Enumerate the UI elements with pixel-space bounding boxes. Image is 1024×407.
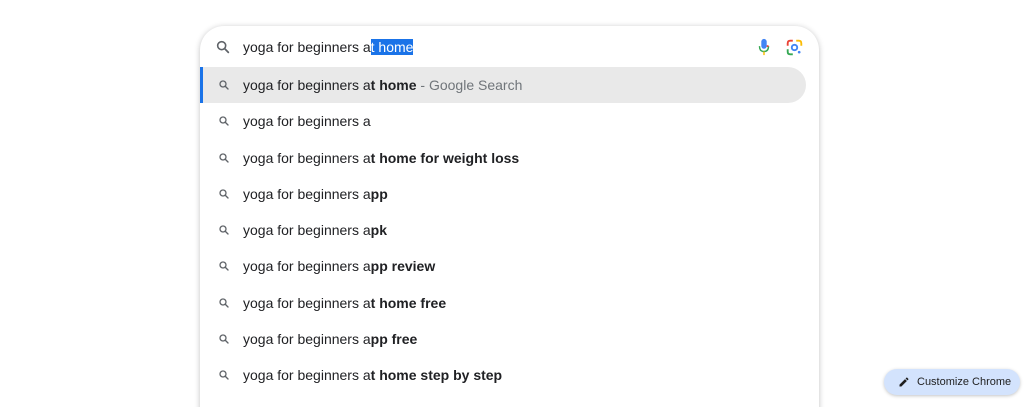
suggestion-prefix: yoga for beginners a	[243, 77, 371, 93]
suggestion-text: yoga for beginners at home free	[243, 295, 446, 311]
google-lens-icon[interactable]	[786, 39, 803, 56]
suggestion-prefix: yoga for beginners a	[243, 331, 371, 348]
search-input[interactable]: yoga for beginners at home	[243, 38, 414, 56]
suggestion-prefix: yoga for beginners a	[243, 258, 371, 275]
suggestion-completion: t home free	[370, 294, 447, 311]
suggestion-prefix: yoga for beginners a	[243, 113, 371, 130]
search-icon	[219, 152, 229, 163]
suggestion-item[interactable]: yoga for beginners a	[200, 103, 806, 139]
new-tab-page: yoga for beginners at home yoga for begi…	[0, 0, 1024, 407]
omnibox-dropdown: yoga for beginners at home yoga for begi…	[200, 26, 819, 407]
suggestion-item[interactable]: yoga for beginners at home free	[200, 285, 806, 321]
suggestion-prefix: yoga for beginners a	[243, 294, 371, 311]
search-icon	[219, 261, 229, 272]
search-icon	[219, 298, 229, 308]
suggestion-item[interactable]: yoga for beginners apk	[200, 212, 806, 248]
suggestion-completion: t home for weight loss	[370, 149, 520, 166]
suggestion-text: yoga for beginners app review	[243, 258, 435, 274]
search-icon	[219, 116, 229, 126]
suggestion-completion: pp free	[370, 331, 418, 348]
suggestion-text: yoga for beginners apk	[243, 222, 387, 238]
suggestion-item[interactable]: yoga for beginners at home step by step	[200, 357, 806, 393]
query-selected-text: t home	[370, 39, 414, 55]
suggestion-text: yoga for beginners at home - Google Sear…	[243, 77, 522, 93]
query-typed-text: yoga for beginners a	[243, 39, 371, 55]
search-icon	[219, 80, 229, 90]
search-icon	[219, 225, 229, 235]
suggestion-item[interactable]: yoga for beginners app free	[200, 321, 806, 357]
search-icon	[219, 334, 229, 344]
pencil-icon	[899, 377, 909, 387]
suggestion-item[interactable]: yoga for beginners app	[200, 176, 806, 212]
suggestion-text: yoga for beginners app	[243, 186, 388, 202]
suggestion-prefix: yoga for beginners a	[243, 185, 371, 202]
suggestion-completion: pp	[370, 185, 388, 202]
suggestion-text: yoga for beginners a	[243, 113, 371, 129]
suggestion-item[interactable]: yoga for beginners at home for weight lo…	[200, 140, 806, 176]
suggestion-text: yoga for beginners app free	[243, 331, 417, 347]
customize-chrome-label: Customize Chrome	[917, 376, 1012, 388]
search-icon	[219, 370, 229, 381]
mic-icon[interactable]	[757, 38, 771, 56]
suggestion-list: yoga for beginners at home - Google Sear…	[200, 67, 819, 394]
suggestion-suffix: - Google Search	[416, 77, 523, 93]
suggestion-item[interactable]: yoga for beginners at home - Google Sear…	[200, 67, 806, 104]
suggestion-completion: t home step by step	[370, 367, 503, 384]
search-icon	[216, 40, 230, 54]
customize-chrome-button[interactable]: Customize Chrome	[884, 369, 1020, 395]
suggestion-item[interactable]: yoga for beginners app review	[200, 248, 806, 284]
suggestion-prefix: yoga for beginners a	[243, 149, 371, 166]
suggestion-text: yoga for beginners at home step by step	[243, 367, 502, 383]
suggestion-completion: pp review	[370, 258, 436, 275]
search-bar[interactable]: yoga for beginners at home	[200, 26, 819, 68]
suggestion-completion: pk	[370, 222, 387, 239]
suggestion-text: yoga for beginners at home for weight lo…	[243, 150, 519, 166]
search-icon	[219, 189, 229, 199]
suggestion-prefix: yoga for beginners a	[243, 222, 371, 239]
suggestion-prefix: yoga for beginners a	[243, 367, 371, 384]
suggestion-completion: t home	[370, 77, 417, 93]
